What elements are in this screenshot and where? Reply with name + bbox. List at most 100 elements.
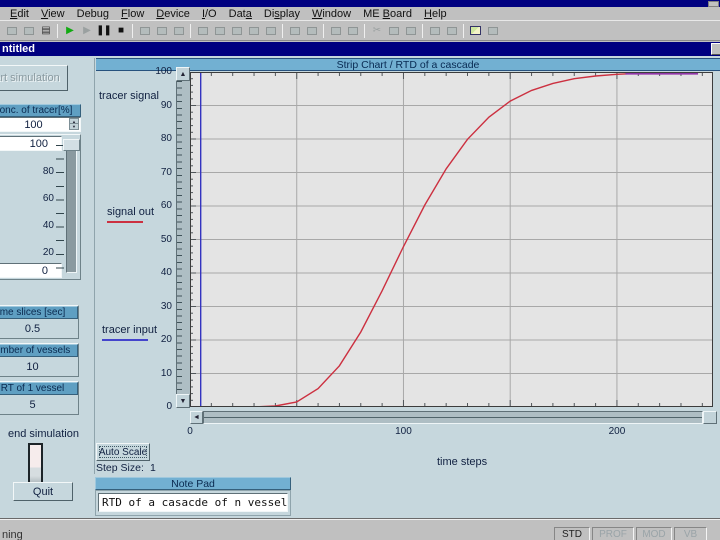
notepad-text: RTD of a casacde of n vessels <box>102 496 288 509</box>
slider-min-value: 0 <box>42 265 48 277</box>
h-scrollbar-thumb[interactable] <box>703 411 717 424</box>
scroll-down-icon: ▼ <box>180 398 187 405</box>
tracer-conc-spinner[interactable]: ▲ ▼ <box>69 118 79 131</box>
status-left-text: ning <box>2 529 23 540</box>
panel-view-toolbar-button[interactable] <box>467 23 484 38</box>
rt-vessel-header: RT of 1 vessel <box>0 382 78 395</box>
menu-flow[interactable]: Flow <box>115 8 150 20</box>
unknown-6-toolbar-button[interactable] <box>228 23 245 38</box>
toolbar: ▤▶▶❚❚■✂ <box>0 20 720 41</box>
tracer-conc-value: 100 <box>24 119 42 131</box>
signal-out-legend-line <box>107 221 143 223</box>
num-vessels-value: 10 <box>26 361 38 373</box>
scroll-up-button[interactable]: ▲ <box>176 67 190 81</box>
brush-toolbar-button[interactable] <box>484 23 501 38</box>
app-window: EditViewDebugFlowDeviceI/ODataDisplayWin… <box>0 0 720 540</box>
h-scrollbar-track[interactable] <box>203 411 703 424</box>
menu-device[interactable]: Device <box>150 8 196 20</box>
unknown-5-toolbar-button[interactable] <box>211 23 228 38</box>
slider-track[interactable] <box>66 140 77 273</box>
num-vessels-value-area[interactable]: 10 <box>0 357 78 376</box>
scroll-left-button[interactable]: ◄ <box>190 411 203 424</box>
copy-icon <box>389 27 399 35</box>
unknown-1-toolbar-button[interactable] <box>136 23 153 38</box>
status-cell-prof: PROF <box>592 527 634 540</box>
notepad-title-bar[interactable]: Note Pad <box>95 477 291 490</box>
open-icon <box>7 27 17 35</box>
slider-scale-label-60: 60 <box>30 193 54 204</box>
unknown-4-toolbar-button[interactable] <box>194 23 211 38</box>
menu-i-o[interactable]: I/O <box>196 8 223 20</box>
spinner-down-icon[interactable]: ▼ <box>69 124 79 130</box>
y-tick-label-70: 70 <box>138 167 172 178</box>
x-tick-label-100: 100 <box>388 426 418 437</box>
menu-display[interactable]: Display <box>258 8 306 20</box>
auto-scale-button[interactable]: Auto Scale <box>96 443 150 461</box>
toolbar-separator <box>463 24 464 38</box>
x-tick-label-200: 200 <box>602 426 632 437</box>
rt-vessel-header-label: RT of 1 vessel <box>1 383 65 394</box>
find-icon <box>290 27 300 35</box>
toolbar-separator <box>132 24 133 38</box>
slider-ticks <box>56 145 64 269</box>
stop-toolbar-button[interactable]: ■ <box>112 23 129 38</box>
toolbar-separator <box>422 24 423 38</box>
menu-me-board[interactable]: ME Board <box>357 8 418 20</box>
copy-toolbar-button[interactable] <box>385 23 402 38</box>
y-tick-label-100: 100 <box>138 66 172 77</box>
find-next-toolbar-button[interactable] <box>303 23 320 38</box>
menu-edit[interactable]: Edit <box>4 8 35 20</box>
y-tick-label-40: 40 <box>138 267 172 278</box>
chart-panel-border <box>94 58 95 474</box>
pause-toolbar-button[interactable]: ❚❚ <box>95 23 112 38</box>
scroll-down-button[interactable]: ▼ <box>176 394 190 408</box>
scroll-left-icon: ◄ <box>193 414 200 421</box>
paste-toolbar-button[interactable] <box>402 23 419 38</box>
unknown-2-toolbar-button[interactable] <box>153 23 170 38</box>
menu-window[interactable]: Window <box>306 8 357 20</box>
toolbar-separator <box>282 24 283 38</box>
slider-thumb[interactable] <box>63 139 80 151</box>
save-toolbar-button[interactable] <box>20 23 37 38</box>
y-tick-label-10: 10 <box>138 368 172 379</box>
font-toolbar-button[interactable] <box>344 23 361 38</box>
toolbar-separator <box>323 24 324 38</box>
run-toolbar-button[interactable]: ▶ <box>61 23 78 38</box>
chart-title: Strip Chart / RTD of a cascade <box>337 59 480 71</box>
find-toolbar-button[interactable] <box>286 23 303 38</box>
slider-scale-label-20: 20 <box>30 247 54 258</box>
print-toolbar-button[interactable]: ▤ <box>37 23 54 38</box>
unknown-8-toolbar-button[interactable] <box>262 23 279 38</box>
start-simulation-button[interactable]: art simulation <box>0 65 68 91</box>
notepad-text-field[interactable]: RTD of a casacde of n vessels <box>98 493 288 512</box>
doc-titlebar[interactable]: ntitled <box>0 42 720 56</box>
menu-debug[interactable]: Debug <box>71 8 115 20</box>
strip-chart-plot[interactable] <box>190 72 713 407</box>
panel-view-icon <box>470 26 481 35</box>
doc-window-button[interactable] <box>711 43 720 55</box>
y-tick-label-60: 60 <box>138 200 172 211</box>
scroll-up-icon: ▲ <box>180 71 187 78</box>
find-next-icon <box>307 27 317 35</box>
rt-vessel-value-area[interactable]: 5 <box>0 395 78 414</box>
time-steps-label: time steps <box>437 456 487 468</box>
properties-toolbar-button[interactable] <box>327 23 344 38</box>
unknown-10-toolbar-button[interactable] <box>443 23 460 38</box>
step-size-value: 1 <box>150 462 156 474</box>
unknown-3-toolbar-button[interactable] <box>170 23 187 38</box>
resume-toolbar-button[interactable]: ▶ <box>78 23 95 38</box>
unknown-10-icon <box>447 27 457 35</box>
menu-help[interactable]: Help <box>418 8 453 20</box>
unknown-9-toolbar-button[interactable] <box>426 23 443 38</box>
time-slices-value-area[interactable]: 0.5 <box>0 319 78 338</box>
unknown-7-toolbar-button[interactable] <box>245 23 262 38</box>
menu-data[interactable]: Data <box>223 8 258 20</box>
cut-toolbar-button[interactable]: ✂ <box>368 23 385 38</box>
menu-view[interactable]: View <box>35 8 71 20</box>
quit-button[interactable]: Quit <box>13 482 73 501</box>
time-slices-box: me slices [sec] 0.5 <box>0 305 79 339</box>
tracer-conc-header: conc. of tracer[%] <box>0 104 81 117</box>
unknown-6-icon <box>232 27 242 35</box>
time-slices-value: 0.5 <box>25 323 40 335</box>
open-toolbar-button[interactable] <box>3 23 20 38</box>
